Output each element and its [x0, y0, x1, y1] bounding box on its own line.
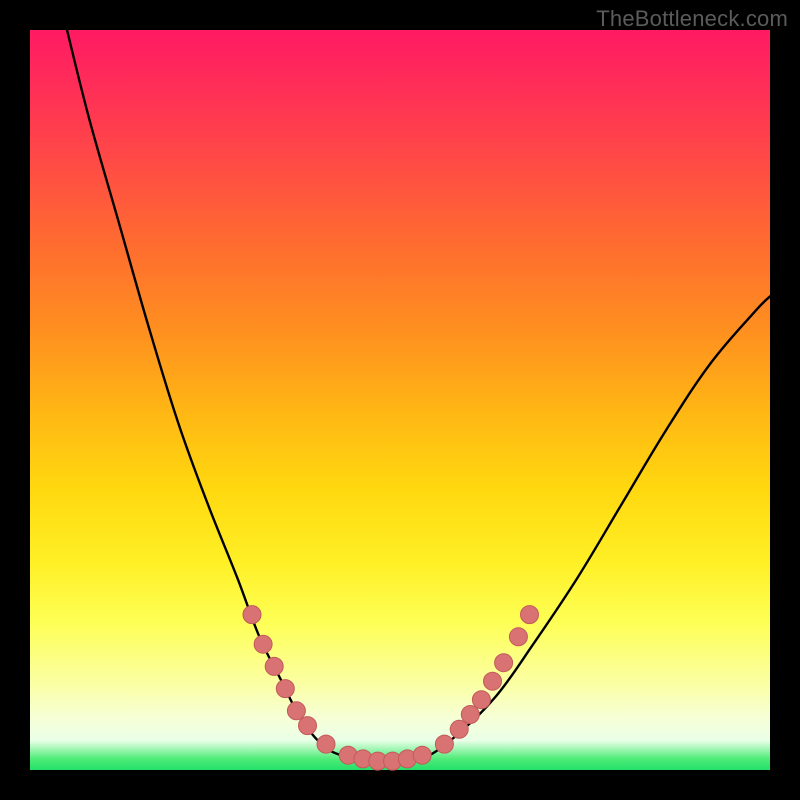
data-point: [243, 606, 261, 624]
data-point: [435, 735, 453, 753]
valley-curve: [67, 30, 770, 763]
data-point: [484, 672, 502, 690]
data-point: [317, 735, 335, 753]
data-point: [472, 691, 490, 709]
watermark-text: TheBottleneck.com: [596, 6, 788, 32]
data-point: [265, 657, 283, 675]
data-point: [450, 720, 468, 738]
plot-area: [30, 30, 770, 770]
chart-svg: [30, 30, 770, 770]
curve-group: [67, 30, 770, 763]
chart-stage: TheBottleneck.com: [0, 0, 800, 800]
markers-group: [243, 606, 539, 771]
data-point: [521, 606, 539, 624]
data-point: [276, 680, 294, 698]
data-point: [495, 654, 513, 672]
data-point: [461, 706, 479, 724]
data-point: [509, 628, 527, 646]
data-point: [254, 635, 272, 653]
data-point: [413, 746, 431, 764]
data-point: [299, 717, 317, 735]
data-point: [287, 702, 305, 720]
